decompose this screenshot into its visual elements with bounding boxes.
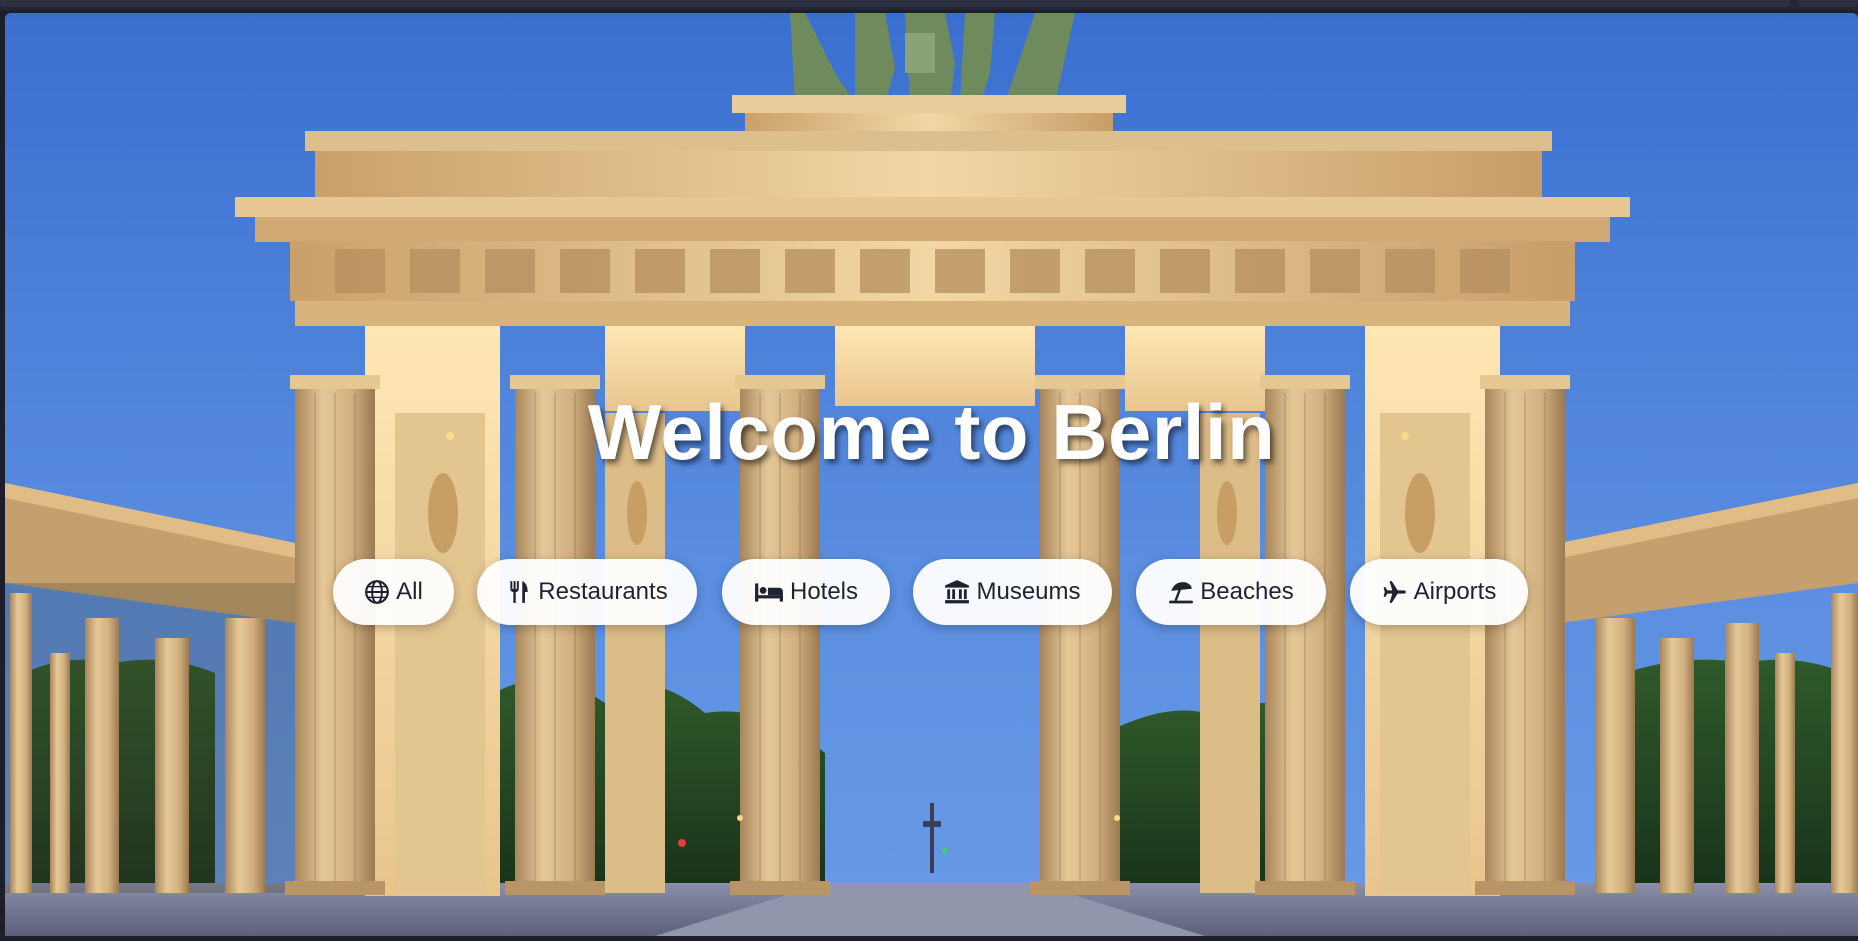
category-filter-bar: All Restaurants Hotels Museums Beaches A… (5, 559, 1858, 625)
bed-icon (754, 579, 784, 605)
filter-all-label: All (396, 578, 423, 605)
filter-airports-button[interactable]: Airports (1350, 559, 1528, 625)
filter-airports-label: Airports (1413, 578, 1497, 605)
umbrella-beach-icon (1168, 579, 1194, 605)
globe-icon (364, 579, 390, 605)
filter-hotels-label: Hotels (789, 578, 859, 605)
filter-restaurants-label: Restaurants (538, 578, 668, 605)
filter-hotels-button[interactable]: Hotels (722, 559, 890, 625)
browser-viewport: Welcome to Berlin All Restaurants Hotels (0, 0, 1858, 941)
landmark-icon (944, 579, 970, 605)
filter-beaches-label: Beaches (1200, 578, 1294, 605)
utensils-icon (506, 579, 532, 605)
page-title: Welcome to Berlin (587, 388, 1276, 476)
window-tab-strip-end (1798, 0, 1858, 7)
filter-museums-label: Museums (976, 578, 1081, 605)
plane-icon (1382, 579, 1408, 605)
filter-restaurants-button[interactable]: Restaurants (477, 559, 697, 625)
filter-museums-button[interactable]: Museums (913, 559, 1112, 625)
filter-beaches-button[interactable]: Beaches (1136, 559, 1326, 625)
filter-all-button[interactable]: All (333, 559, 454, 625)
window-tab-strip (0, 0, 1790, 7)
hero-section: Welcome to Berlin All Restaurants Hotels (5, 13, 1858, 936)
window-top-bar (0, 0, 1858, 10)
